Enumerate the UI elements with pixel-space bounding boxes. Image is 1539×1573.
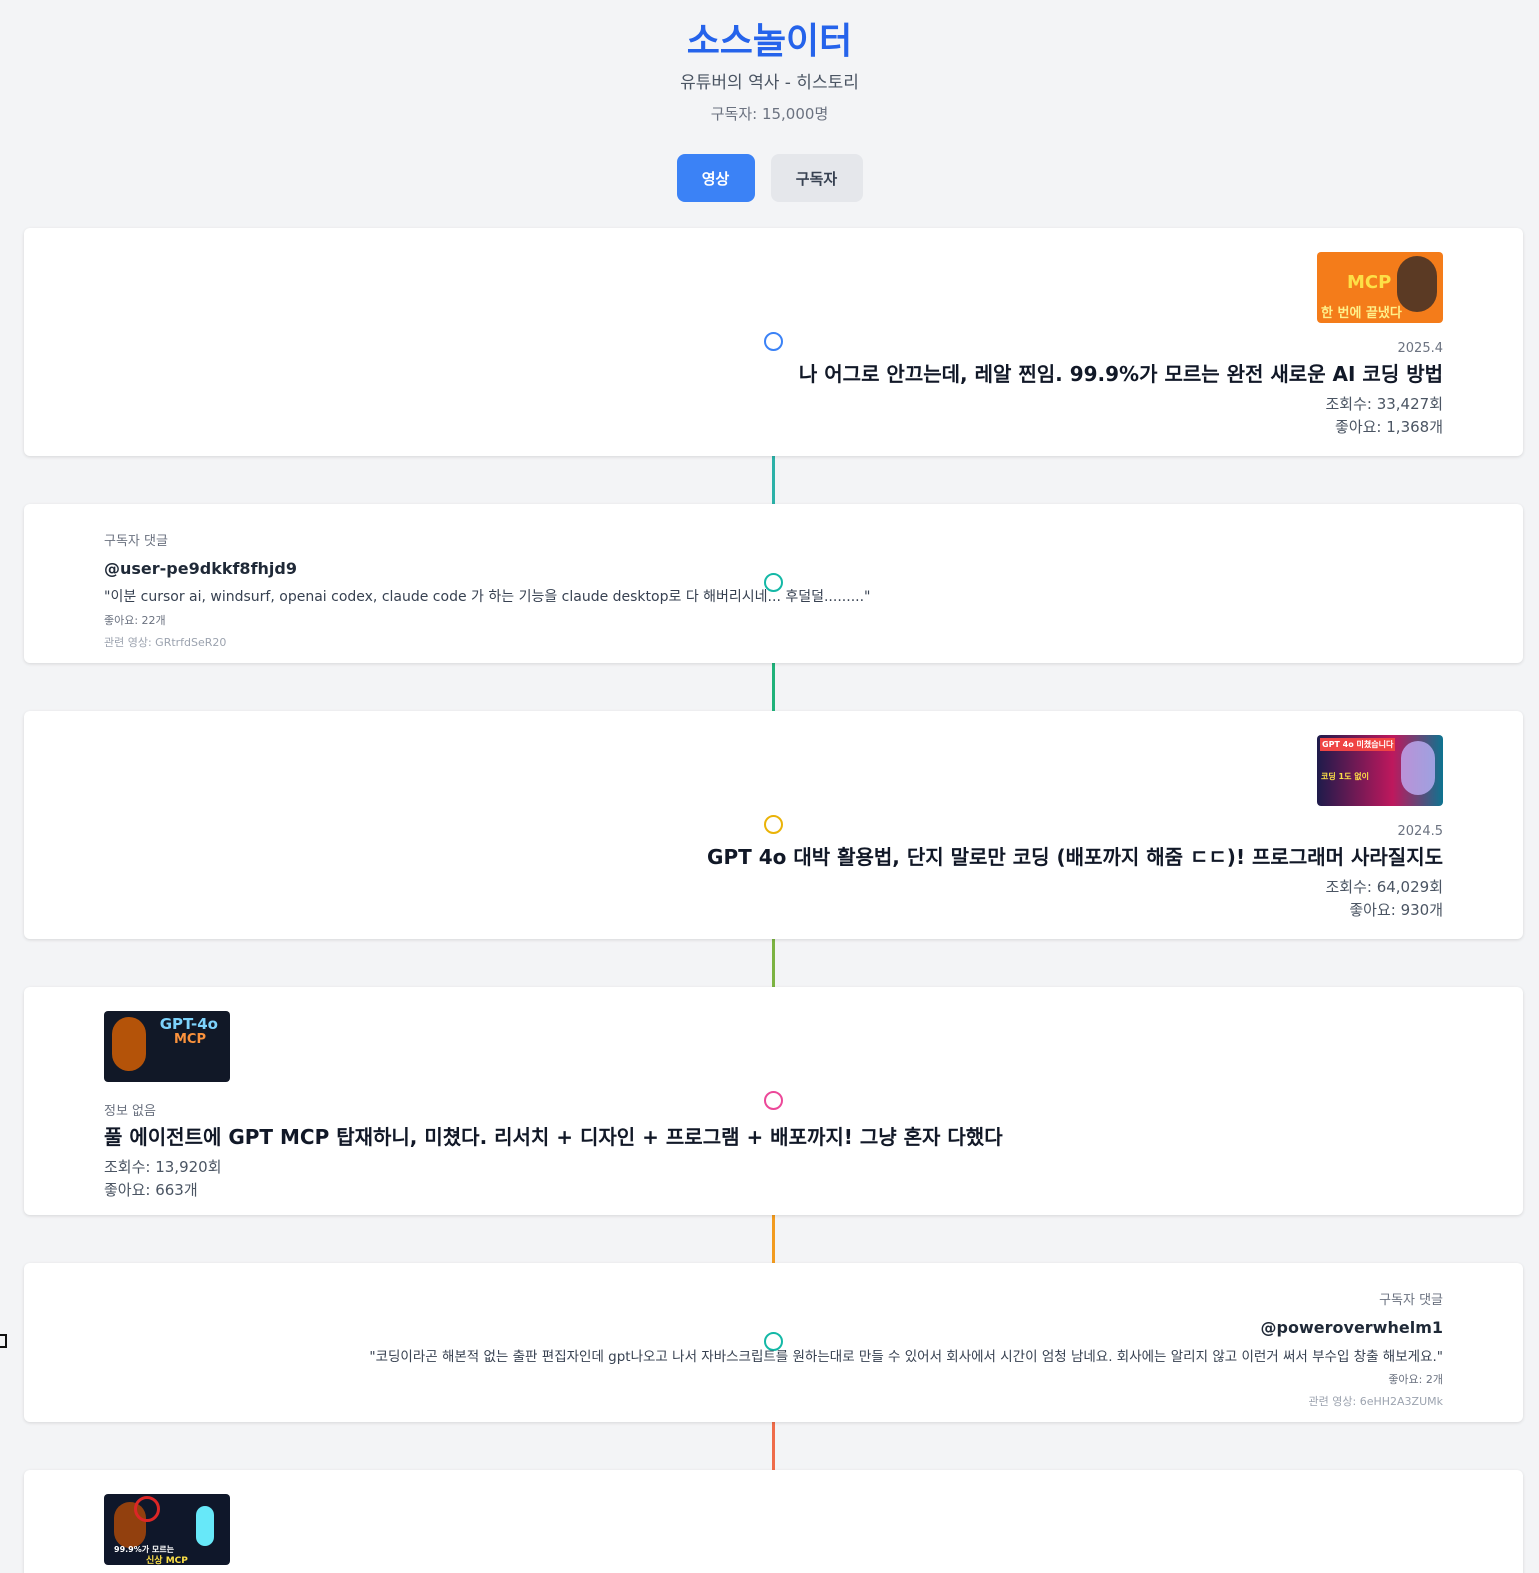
video-date: 정보 없음 [104,1104,156,1119]
timeline-card-video[interactable]: GPT-4o MCP 정보 없음 풀 에이전트에 GPT MCP 탑재하니, 미… [24,987,1523,1215]
thumbnail-face-icon [112,1017,146,1071]
video-date: 2025.4 [1397,341,1444,356]
video-title[interactable]: GPT 4o 대박 활용법, 단지 말로만 코딩 (배포까지 해줌 ㄷㄷ)! 프… [707,841,1443,870]
comment-label: 구독자 댓글 [104,534,168,549]
page-header: 소스놀이터 유튜버의 역사 - 히스토리 구독자: 15,000명 [0,0,1539,124]
video-thumbnail[interactable]: GPT-4o MCP [104,1011,230,1082]
timeline-connector [772,1215,775,1263]
pill-icon [196,1506,214,1546]
tab-subscribers[interactable]: 구독자 [770,154,863,202]
comment-user: @poweroverwhelm1 [1260,1318,1443,1337]
timeline-dot [764,332,783,351]
video-thumbnail[interactable]: MCP 한 번에 끝냈다 [1317,252,1443,323]
comment-likes: 좋아요: 2개 [1388,1373,1443,1386]
video-likes: 좋아요: 1,368개 [1335,418,1443,436]
thumbnail-text: GPT 4o 미쳤습니다 [1320,738,1396,751]
thumbnail-text: MCP [173,1032,206,1047]
comment-label: 구독자 댓글 [1379,1293,1443,1308]
timeline-card-video[interactable]: MCP 한 번에 끝냈다 2025.4 나 어그로 안끄는데, 레알 찐임. 9… [24,228,1523,456]
video-views: 조회수: 64,029회 [1325,878,1443,896]
thumbnail-text: 신상 MCP [146,1556,188,1565]
thumbnail-text: GPT-4o [159,1015,218,1033]
comment-related-video[interactable]: 관련 영상: GRtrfdSeR20 [104,634,870,650]
comment-likes: 좋아요: 22개 [104,614,166,627]
thumbnail-text: MCP [1347,272,1392,293]
timeline-card-video[interactable]: 99.9%가 모르는 신상 MCP [24,1470,1523,1573]
video-views: 조회수: 33,427회 [1325,395,1443,413]
timeline-connector [772,456,775,504]
thumbnail-face-icon [1401,741,1435,795]
timeline-card-comment: 구독자 댓글 @poweroverwhelm1 "코딩이라곤 해본적 없는 출판… [24,1263,1523,1422]
scroll-edge-marker [0,1334,7,1348]
comment-text: "이분 cursor ai, windsurf, openai codex, c… [104,589,871,605]
video-date: 2024.5 [1397,824,1444,839]
channel-title: 소스놀이터 [686,21,853,62]
video-thumbnail[interactable]: 99.9%가 모르는 신상 MCP [104,1494,230,1565]
channel-subtitle: 유튜버의 역사 - 히스토리 [680,73,859,93]
comment-text: "코딩이라곤 해본적 없는 출판 편집자인데 gpt나오고 나서 자바스크립트를… [369,1349,1443,1365]
video-title[interactable]: 나 어그로 안끄는데, 레알 찐임. 99.9%가 모르는 완전 새로운 AI … [799,358,1443,387]
no-symbol-icon [134,1496,160,1522]
video-title[interactable]: 풀 에이전트에 GPT MCP 탑재하니, 미쳤다. 리서치 + 디자인 + 프… [104,1121,1003,1150]
subscriber-count: 구독자: 15,000명 [710,105,829,123]
thumbnail-text: 한 번에 끝냈다 [1321,306,1402,321]
video-thumbnail[interactable]: GPT 4o 미쳤습니다 코딩 1도 없이 [1317,735,1443,806]
comment-user: @user-pe9dkkf8fhjd9 [104,559,297,578]
thumbnail-face-icon [1397,256,1437,312]
thumbnail-text: 코딩 1도 없이 [1321,772,1369,781]
timeline-connector [772,939,775,987]
comment-related-video[interactable]: 관련 영상: 6eHH2A3ZUMk [369,1393,1443,1409]
video-likes: 좋아요: 663개 [104,1181,198,1199]
timeline-connector [772,663,775,711]
tab-videos[interactable]: 영상 [676,154,755,202]
timeline-card-video[interactable]: GPT 4o 미쳤습니다 코딩 1도 없이 2024.5 GPT 4o 대박 활… [24,711,1523,939]
video-views: 조회수: 13,920회 [104,1158,222,1176]
timeline-connector [772,1422,775,1470]
tab-bar: 영상 구독자 [0,154,1539,202]
timeline-card-comment: 구독자 댓글 @user-pe9dkkf8fhjd9 "이분 cursor ai… [24,504,1523,663]
video-likes: 좋아요: 930개 [1349,901,1443,919]
